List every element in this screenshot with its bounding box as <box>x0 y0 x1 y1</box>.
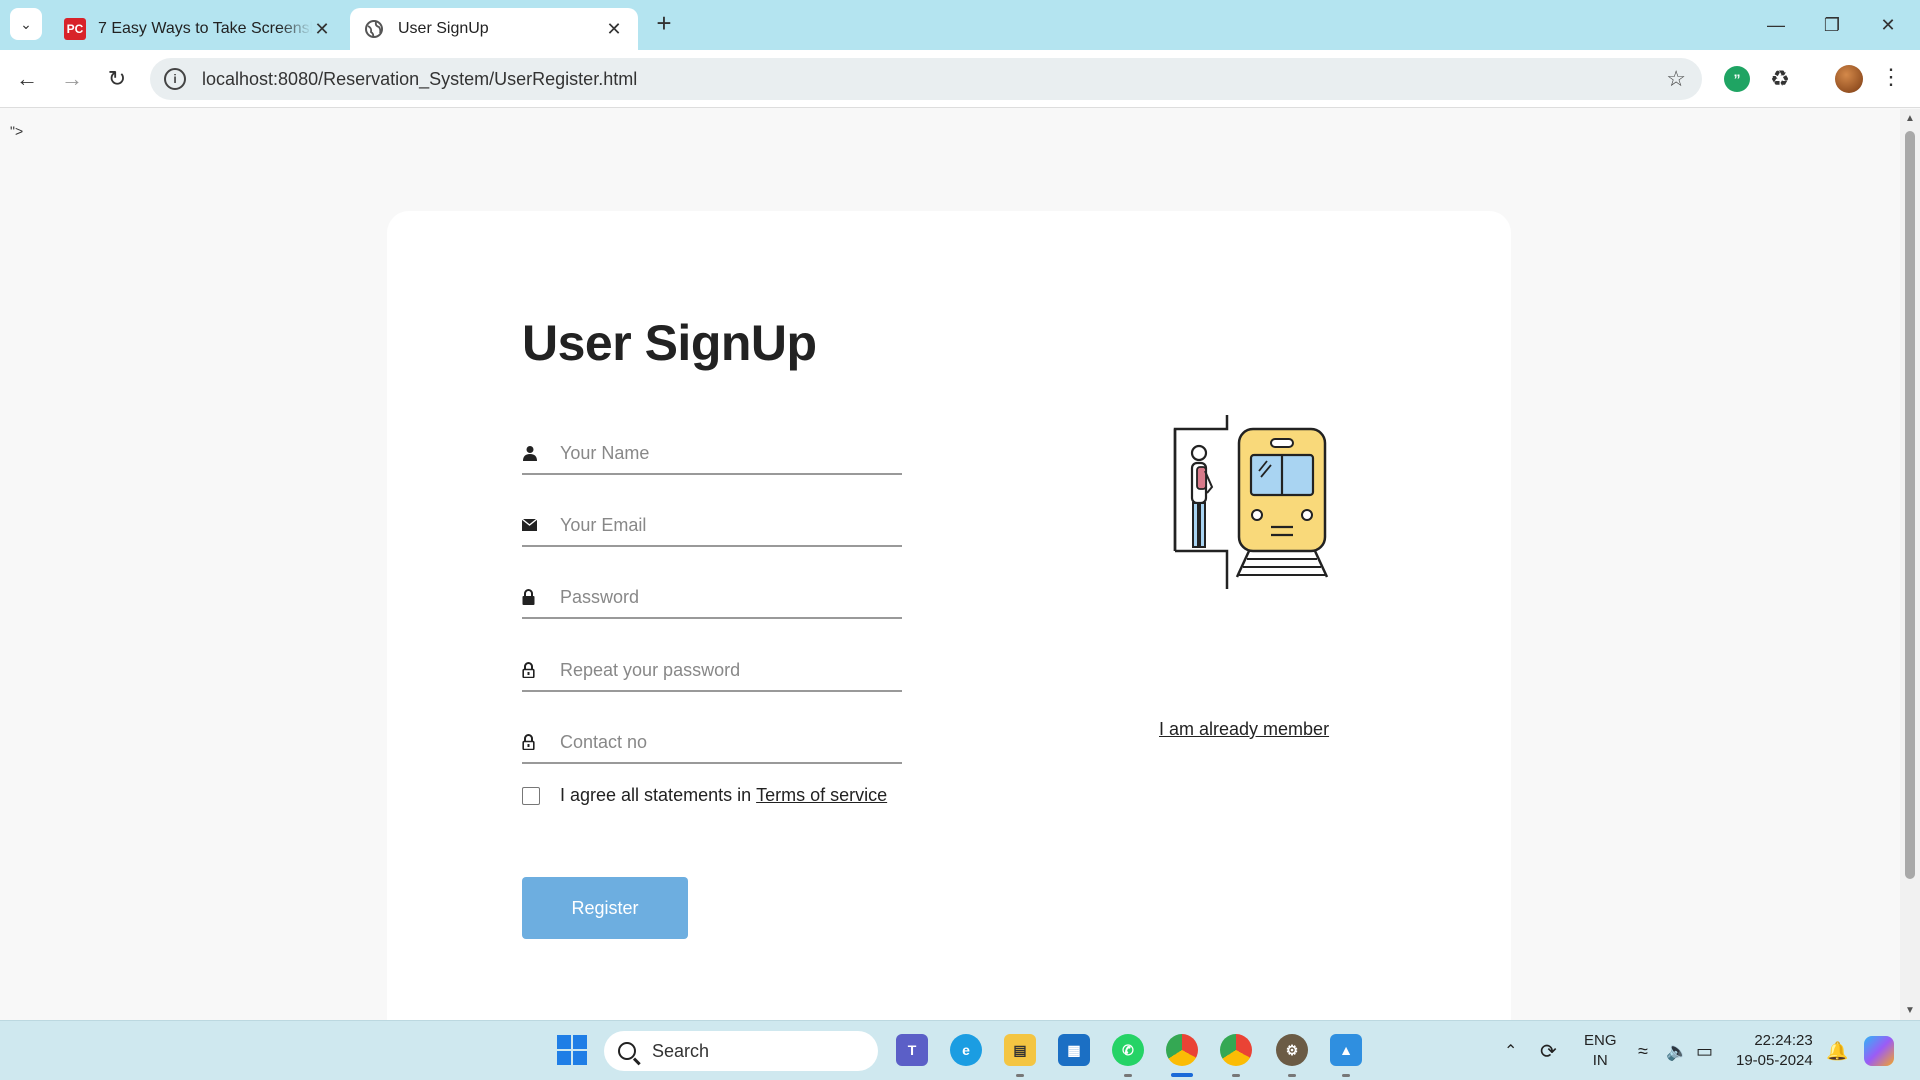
page-title: User SignUp <box>522 315 817 371</box>
clock-date: 19-05-2024 <box>1736 1052 1813 1069</box>
copilot-icon[interactable] <box>1864 1021 1894 1080</box>
train-station-illustration <box>1173 415 1329 589</box>
agree-checkbox[interactable] <box>522 786 540 805</box>
scroll-up-arrow-icon[interactable]: ▲ <box>1900 113 1920 124</box>
close-tab-icon[interactable]: ✕ <box>604 19 624 40</box>
forward-arrow-icon[interactable]: → <box>55 62 89 96</box>
envelope-icon <box>522 519 544 531</box>
bookmark-star-icon[interactable]: ☆ <box>1666 66 1686 92</box>
chrome-icon[interactable] <box>1166 1034 1198 1066</box>
tab-search-chevron-icon[interactable]: ⌄ <box>10 8 42 40</box>
extension-quote-icon[interactable]: ” <box>1724 66 1750 92</box>
notification-bell-icon[interactable]: 🔔 <box>1826 1021 1848 1080</box>
reload-icon[interactable]: ↻ <box>100 62 134 96</box>
windows-taskbar: Search T e ▤ ▦ ✆ ⚙ ▲ ⌃ ⟳ ENG IN ≈ 🔈 ▭ 22… <box>0 1020 1920 1080</box>
whatsapp-icon[interactable]: ✆ <box>1112 1034 1144 1066</box>
browser-menu-icon[interactable]: ⋮ <box>1880 64 1902 90</box>
windows-start-icon[interactable] <box>556 1034 588 1066</box>
volume-icon[interactable]: 🔈 <box>1666 1021 1688 1080</box>
window-close-icon[interactable]: ✕ <box>1868 10 1908 40</box>
tab-user-signup[interactable]: User SignUp ✕ <box>350 8 638 50</box>
language-indicator[interactable]: ENG IN <box>1584 1021 1617 1080</box>
microsoft-store-icon[interactable]: ▦ <box>1058 1034 1090 1066</box>
scroll-thumb[interactable] <box>1905 131 1915 879</box>
system-clock[interactable]: 22:24:23 19-05-2024 <box>1736 1021 1813 1080</box>
search-label: Search <box>652 1040 710 1061</box>
tab-title: 7 Easy Ways to Take Screenshot <box>98 20 312 37</box>
email-input[interactable] <box>560 514 890 536</box>
agree-text: I agree all statements in <box>560 785 752 805</box>
pcmag-favicon-icon: PC <box>64 18 86 40</box>
chrome-profile-icon[interactable] <box>1220 1034 1252 1066</box>
stray-markup-text: "> <box>10 123 24 139</box>
back-arrow-icon[interactable]: ← <box>10 62 44 96</box>
running-indicator <box>1342 1074 1350 1077</box>
already-member-link[interactable]: I am already member <box>1159 719 1329 740</box>
register-button[interactable]: Register <box>522 877 688 939</box>
app-gear-icon[interactable]: ⚙ <box>1276 1034 1308 1066</box>
address-bar[interactable]: i localhost:8080/Reservation_System/User… <box>150 58 1702 100</box>
signup-card: User SignUp Your Name Your Email Contact… <box>387 211 1511 1020</box>
name-field <box>522 433 902 475</box>
taskbar-search-box[interactable]: Search <box>604 1031 878 1071</box>
close-tab-icon[interactable]: ✕ <box>312 19 332 40</box>
contact-input[interactable] <box>560 731 890 753</box>
page-viewport: "> User SignUp Your Name Your Email Cont… <box>0 109 1900 1020</box>
running-indicator <box>1232 1074 1240 1077</box>
running-indicator <box>1016 1074 1024 1077</box>
battery-icon[interactable]: ▭ <box>1696 1021 1713 1080</box>
lock-outline-icon <box>522 662 544 678</box>
active-app-indicator <box>1171 1073 1193 1077</box>
repeat-password-field <box>522 650 902 692</box>
profile-avatar[interactable] <box>1835 65 1863 93</box>
site-info-icon[interactable]: i <box>164 68 186 90</box>
email-field <box>522 505 902 547</box>
contact-field <box>522 722 902 764</box>
minimize-icon[interactable]: — <box>1756 10 1796 40</box>
restore-icon[interactable]: ❐ <box>1812 10 1852 40</box>
tab-title: User SignUp <box>398 20 489 37</box>
agree-terms-row: I agree all statements in Terms of servi… <box>522 785 887 806</box>
user-icon <box>522 445 544 461</box>
sync-icon[interactable]: ⟳ <box>1540 1021 1557 1080</box>
teams-icon[interactable]: T <box>896 1034 928 1066</box>
page-scrollbar[interactable]: ▲ ▼ <box>1900 109 1920 1020</box>
tab-strip: ⌄ PC 7 Easy Ways to Take Screenshot ✕ Us… <box>0 0 1920 50</box>
lock-outline-icon <box>522 734 544 750</box>
running-indicator <box>1288 1074 1296 1077</box>
file-explorer-icon[interactable]: ▤ <box>1004 1034 1036 1066</box>
globe-icon <box>365 20 383 38</box>
edge-icon[interactable]: e <box>950 1034 982 1066</box>
password-field <box>522 577 902 619</box>
search-icon <box>618 1042 636 1060</box>
password-input[interactable] <box>560 586 890 608</box>
clock-time: 22:24:23 <box>1754 1032 1813 1049</box>
running-indicator <box>1124 1074 1132 1077</box>
browser-toolbar: ← → ↻ i localhost:8080/Reservation_Syste… <box>0 50 1920 108</box>
repeat-password-input[interactable] <box>560 659 890 681</box>
wifi-icon[interactable]: ≈ <box>1638 1021 1648 1080</box>
scroll-down-arrow-icon[interactable]: ▼ <box>1900 1005 1920 1016</box>
new-tab-button[interactable]: + <box>650 10 678 38</box>
extensions-puzzle-icon[interactable]: ♻ <box>1767 66 1793 92</box>
photos-icon[interactable]: ▲ <box>1330 1034 1362 1066</box>
name-input[interactable] <box>560 442 890 464</box>
terms-of-service-link[interactable]: Terms of service <box>756 785 887 806</box>
lock-icon <box>522 589 544 605</box>
region-code: IN <box>1592 1052 1608 1069</box>
show-hidden-icons-chevron-icon[interactable]: ⌃ <box>1504 1021 1517 1080</box>
url-text[interactable]: localhost:8080/Reservation_System/UserRe… <box>202 69 1666 90</box>
tab-screenshot-article[interactable]: PC 7 Easy Ways to Take Screenshot ✕ <box>50 8 346 50</box>
language-code: ENG <box>1584 1032 1617 1049</box>
